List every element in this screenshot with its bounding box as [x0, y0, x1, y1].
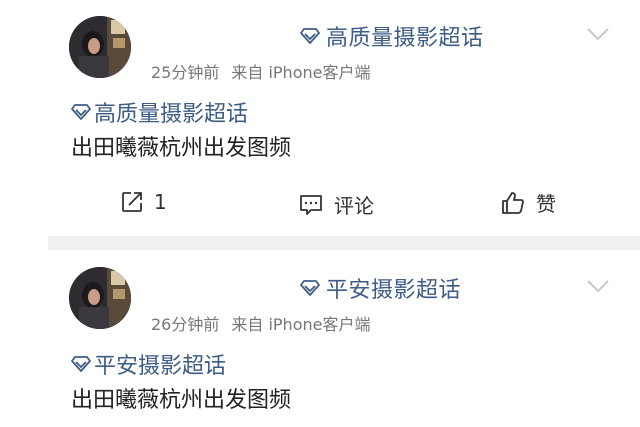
supertopic-link[interactable]: 高质量摄影超话 [300, 20, 484, 52]
like-button[interactable]: 赞 [500, 188, 556, 217]
diamond-icon [300, 28, 320, 44]
chevron-down-icon[interactable] [586, 26, 610, 42]
topic-tag[interactable]: 平安摄影超话 [71, 348, 226, 380]
diamond-icon [71, 104, 91, 120]
post-time: 25分钟前 [151, 63, 220, 82]
like-label: 赞 [536, 192, 556, 216]
post-content: 出田曦薇杭州出发图频 [71, 136, 292, 161]
repost-count: 1 [154, 190, 167, 214]
diamond-icon [71, 356, 91, 372]
post-source: 来自 iPhone客户端 [231, 315, 371, 334]
avatar[interactable] [69, 267, 131, 329]
repost-icon [122, 192, 142, 212]
diamond-icon [300, 280, 320, 296]
post-meta: 26分钟前 来自 iPhone客户端 [151, 311, 370, 335]
post-meta: 25分钟前 来自 iPhone客户端 [151, 59, 370, 83]
comment-label: 评论 [334, 194, 374, 218]
post-source: 来自 iPhone客户端 [231, 63, 371, 82]
post-time: 26分钟前 [151, 315, 220, 334]
chevron-down-icon[interactable] [586, 278, 610, 294]
supertopic-link-label: 高质量摄影超话 [326, 26, 484, 51]
repost-button[interactable]: 1 [120, 190, 167, 214]
post-actions: 1 评论 赞 [0, 188, 640, 220]
topic-tag-label: 高质量摄影超话 [94, 102, 249, 127]
supertopic-link-label: 平安摄影超话 [326, 278, 462, 303]
feed-post: 高质量摄影超话 25分钟前 来自 iPhone客户端 高质量摄影超话 出田曦薇杭… [0, 0, 640, 238]
feed-post: 平安摄影超话 26分钟前 来自 iPhone客户端 平安摄影超话 出田曦薇杭州出… [0, 250, 640, 427]
supertopic-link[interactable]: 平安摄影超话 [300, 272, 461, 304]
avatar[interactable] [69, 16, 131, 78]
topic-tag[interactable]: 高质量摄影超话 [71, 96, 248, 128]
comment-icon [300, 194, 322, 215]
like-icon [502, 191, 524, 214]
comment-button[interactable]: 评论 [298, 190, 374, 219]
topic-tag-label: 平安摄影超话 [94, 354, 227, 379]
post-separator [48, 236, 640, 250]
post-content: 出田曦薇杭州出发图频 [71, 388, 292, 413]
